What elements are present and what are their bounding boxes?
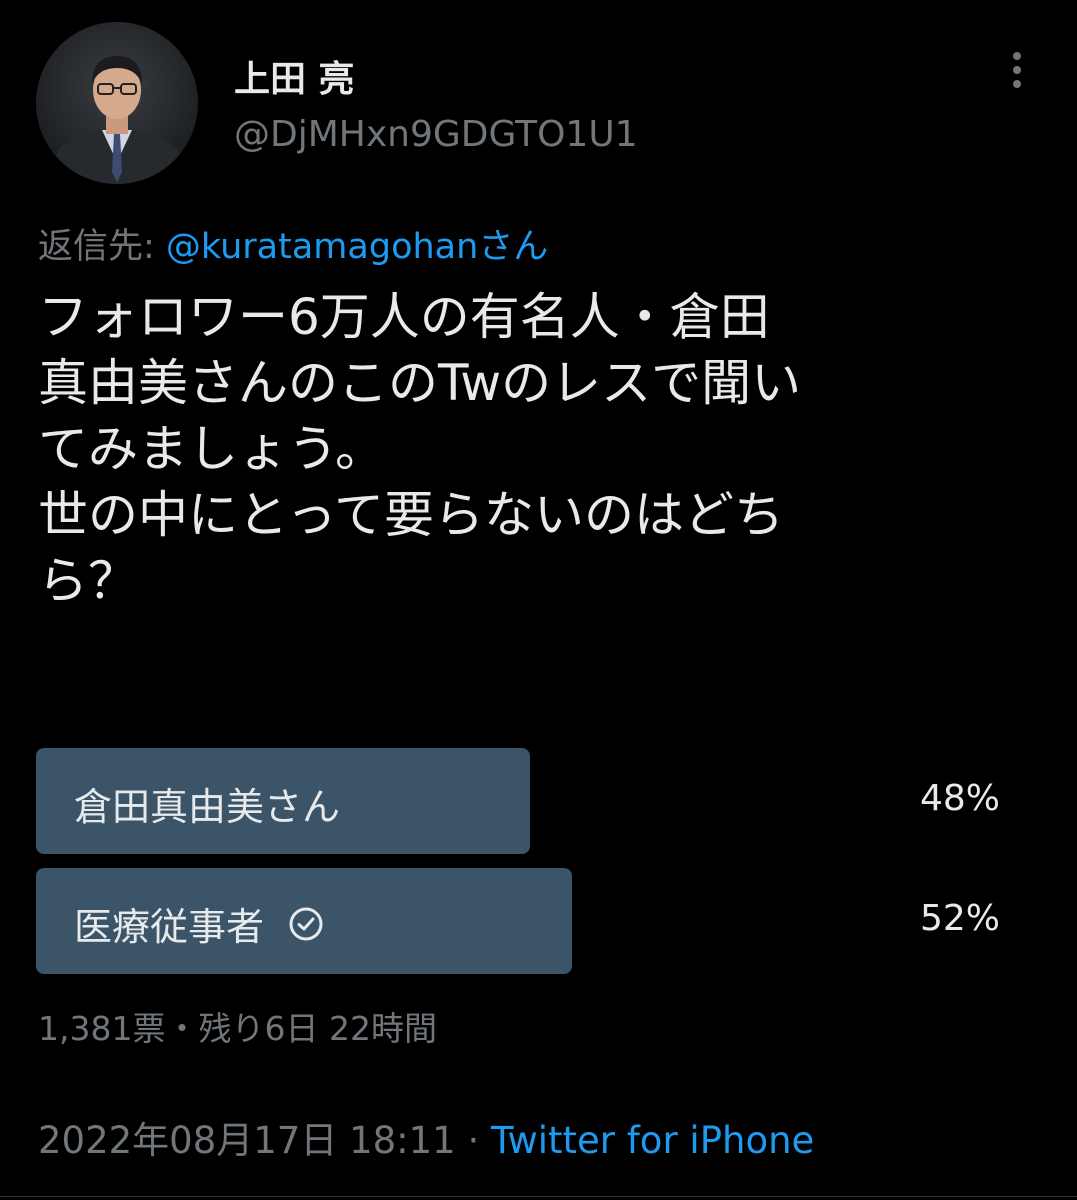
tweet-text-line: フォロワー6万人の有名人・倉田 <box>38 288 770 346</box>
tweet-timestamp[interactable]: 2022年08月17日 18:11 <box>38 1119 456 1162</box>
poll-option[interactable]: 医療従事者 52% <box>36 868 1000 974</box>
poll-option[interactable]: 倉田真由美さん 48% <box>36 748 1000 854</box>
check-circle-icon <box>289 907 323 940</box>
profile-photo <box>36 22 198 184</box>
tweet-text-line: てみましょう。 <box>38 420 385 478</box>
reply-to-line: 返信先: @kuratamagohanさん <box>38 218 548 269</box>
more-vertical-icon[interactable] <box>1000 48 1034 92</box>
poll-option-percent: 48% <box>919 778 1000 819</box>
poll-option-percent: 52% <box>919 898 1000 939</box>
footer-separator: · <box>467 1119 480 1162</box>
divider <box>0 1196 1077 1197</box>
tweet-text-line: 真由美さんのこのTwのレスで聞い <box>38 354 802 412</box>
poll-meta: 1,381票・残り6日 22時間 <box>38 1009 437 1048</box>
author-handle[interactable]: @DjMHxn9GDGTO1U1 <box>234 114 638 155</box>
tweet-text-line: 世の中にとって要らないのはどち <box>38 486 784 544</box>
avatar[interactable] <box>36 22 198 184</box>
reply-to-user-link[interactable]: @kuratamagohanさん <box>166 227 548 267</box>
reply-to-prefix: 返信先: <box>38 227 166 267</box>
tweet-text: フォロワー6万人の有名人・倉田 真由美さんのこのTwのレスで聞い てみましょう。… <box>38 284 1048 614</box>
poll-option-label: 倉田真由美さん <box>74 785 341 829</box>
poll-option-label: 医療従事者 <box>74 905 265 949</box>
tweet-footer: 2022年08月17日 18:11 · Twitter for iPhone <box>38 1110 814 1164</box>
tweet-text-line: ら？ <box>38 552 138 610</box>
tweet-source-link[interactable]: Twitter for iPhone <box>491 1119 814 1162</box>
author-display-name[interactable]: 上田 亮 <box>234 50 355 102</box>
